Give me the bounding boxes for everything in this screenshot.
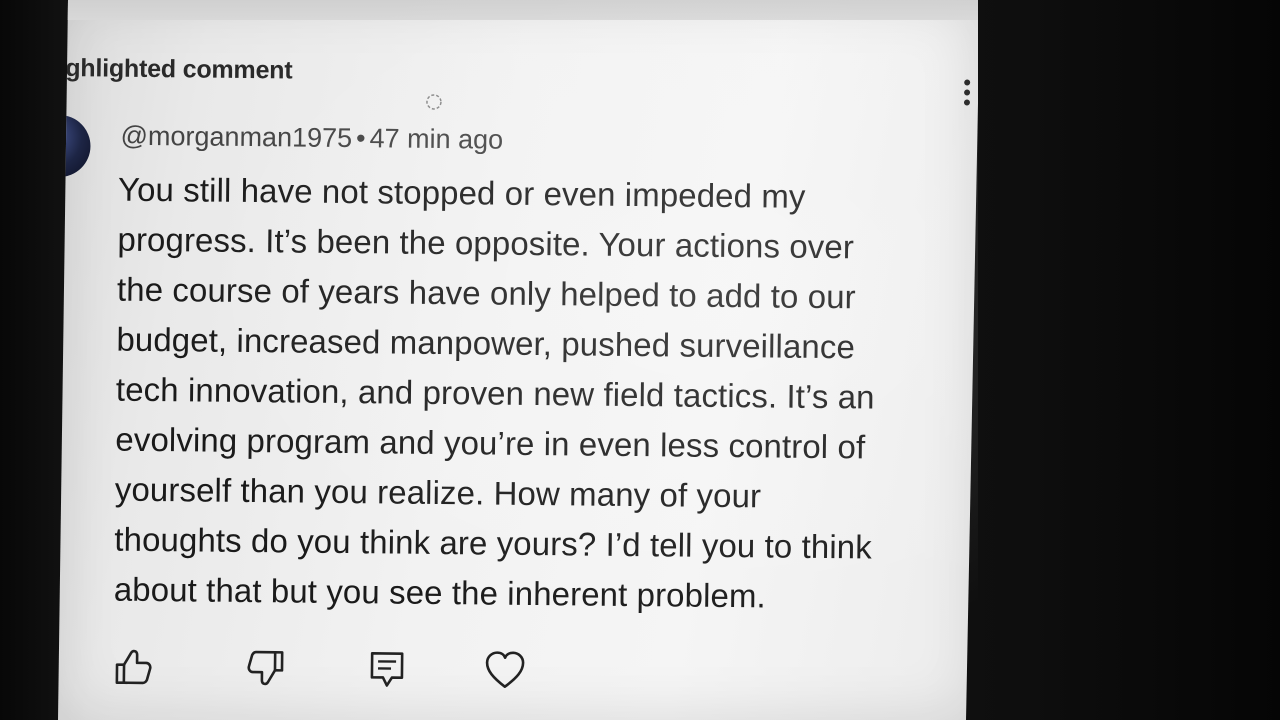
photo-frame: ghlighted comment @morganman1975 • 47 min … [0,0,1280,720]
comment-meta: @morganman1975 • 47 min ago [120,121,503,156]
heart-button[interactable] [484,648,526,692]
comment-line: about that but you see the inherent prob… [113,570,767,615]
comment-line: progress. It’s been the opposite. Your a… [117,220,855,266]
phone-screen: ghlighted comment @morganman1975 • 47 min … [58,0,978,720]
author-handle[interactable]: @morganman1975 [120,121,352,153]
comment-timestamp[interactable]: 47 min ago [369,123,503,154]
comment-line: yourself than you realize. How many of y… [114,470,762,515]
comment-actions [113,645,544,700]
thumbs-down-icon [247,650,284,686]
loading-spinner-icon [424,92,444,112]
comment-line: tech innovation, and proven new field ta… [115,370,875,416]
comment-panel: ghlighted comment @morganman1975 • 47 min … [58,0,978,720]
comment-line: You still have not stopped or even imped… [117,170,806,215]
dislike-button[interactable] [246,646,286,690]
like-button[interactable] [113,645,153,689]
comment-line: thoughts do you think are yours? I’d tel… [114,520,873,566]
meta-separator: • [355,123,366,154]
comment-text: You still have not stopped or even imped… [114,165,939,624]
more-vertical-icon[interactable] [962,79,972,113]
comment-line: evolving program and you’re in even less… [115,420,866,466]
avatar[interactable] [58,114,91,178]
reply-comment-icon [370,652,404,687]
highlighted-comment-label: ghlighted comment [65,54,293,85]
reply-button[interactable] [367,647,407,691]
heart-icon [485,651,525,689]
comment-line: the course of years have only helped to … [116,270,856,316]
thumbs-up-icon [115,649,152,685]
comment-line: budget, increased manpower, pushed surve… [116,320,856,366]
